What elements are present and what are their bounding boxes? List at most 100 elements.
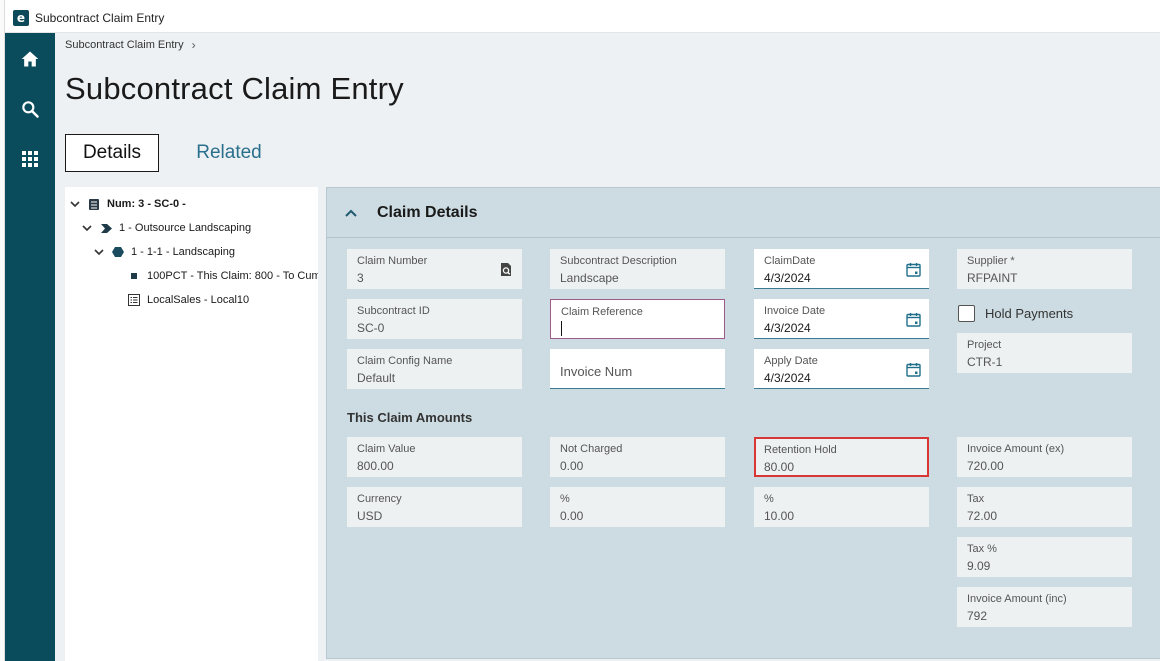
currency-field: Currency USD	[347, 487, 522, 527]
claim-number-field[interactable]: Claim Number 3	[347, 249, 522, 289]
invoice-num-placeholder: Invoice Num	[560, 364, 633, 379]
calendar-icon[interactable]	[905, 361, 921, 377]
invoice-amount-inc-field: Invoice Amount (inc) 792	[957, 587, 1132, 627]
claim-date-field[interactable]: ClaimDate 4/3/2024	[754, 249, 929, 289]
field-label: Apply Date	[764, 355, 818, 367]
invoice-num-input[interactable]: Invoice Num	[550, 349, 725, 389]
subcontract-description-field: Subcontract Description Landscape	[550, 249, 725, 289]
field-value: SC-0	[357, 321, 385, 335]
tree-node-level1[interactable]: 1 - Outsource Landscaping	[81, 219, 251, 237]
chevron-tag-icon	[99, 221, 113, 235]
claim-config-name-field: Claim Config Name Default	[347, 349, 522, 389]
tree-node-label: 100PCT - This Claim: 800 - To Cumu	[147, 270, 318, 282]
invoice-date-field[interactable]: Invoice Date 4/3/2024	[754, 299, 929, 339]
tree-node-level1b[interactable]: LocalSales - Local10	[127, 291, 249, 309]
retention-percent-field: % 10.00	[754, 487, 929, 527]
apply-date-field[interactable]: Apply Date 4/3/2024	[754, 349, 929, 389]
field-value: RFPAINT	[967, 271, 1018, 285]
field-value: CTR-1	[967, 355, 1003, 369]
tree-node-root[interactable]: Num: 3 - SC-0 -	[69, 195, 186, 213]
field-label: Invoice Date	[764, 305, 826, 317]
hexagon-icon	[111, 245, 125, 259]
field-label: Claim Config Name	[357, 355, 453, 367]
chevron-up-icon[interactable]	[345, 206, 359, 220]
field-value: Default	[357, 371, 396, 385]
field-value[interactable]: 4/3/2024	[764, 271, 811, 285]
calendar-icon[interactable]	[905, 261, 921, 277]
field-label: Claim Number	[357, 255, 428, 267]
tree-node-label: LocalSales - Local10	[147, 294, 250, 306]
field-value: 0.00	[560, 509, 584, 523]
tree-node-label: 1 - Outsource Landscaping	[119, 222, 252, 234]
field-value: 80.00	[764, 460, 795, 474]
subcontract-id-field: Subcontract ID SC-0	[347, 299, 522, 339]
window-titlebar: e Subcontract Claim Entry	[5, 4, 1160, 33]
field-value[interactable]: 4/3/2024	[764, 321, 811, 335]
chevron-down-icon[interactable]	[69, 200, 81, 208]
tax-field: Tax 72.00	[957, 487, 1132, 527]
field-value: 10.00	[764, 509, 795, 523]
app-logo-icon: e	[13, 10, 29, 26]
field-label: Claim Value	[357, 443, 416, 455]
section-header[interactable]: Claim Details	[327, 188, 1160, 238]
tree-node-label: Num: 3 - SC-0 -	[107, 198, 186, 210]
breadcrumb-separator: ›	[191, 38, 196, 52]
not-charged-field: Not Charged 0.00	[550, 437, 725, 477]
supplier-field: Supplier * RFPAINT	[957, 249, 1132, 289]
field-label: %	[560, 493, 570, 505]
field-value: 3	[357, 271, 364, 285]
breadcrumb: Subcontract Claim Entry ›	[65, 38, 196, 52]
field-label: Tax	[967, 493, 985, 505]
field-value: 0.00	[560, 459, 584, 473]
tax-percent-field: Tax % 9.09	[957, 537, 1132, 577]
field-value[interactable]: 4/3/2024	[764, 371, 811, 385]
field-label: Invoice Amount (inc)	[967, 593, 1067, 605]
calendar-icon[interactable]	[905, 311, 921, 327]
home-icon[interactable]	[18, 47, 42, 71]
field-label: Subcontract ID	[357, 305, 430, 317]
page-title: Subcontract Claim Entry	[65, 71, 404, 106]
field-label: Claim Reference	[561, 306, 643, 318]
chevron-down-icon[interactable]	[81, 224, 93, 232]
hold-payments-label[interactable]: Hold Payments	[985, 306, 1073, 321]
document-stack-icon	[87, 197, 101, 211]
chevron-down-icon[interactable]	[93, 248, 105, 256]
tree-node-level3[interactable]: 100PCT - This Claim: 800 - To Cumu	[127, 267, 318, 285]
claim-value-field: Claim Value 800.00	[347, 437, 522, 477]
field-label: Tax %	[967, 543, 997, 555]
field-value: 720.00	[967, 459, 1004, 473]
field-value: 800.00	[357, 459, 394, 473]
section-title: Claim Details	[377, 203, 478, 221]
field-value: 72.00	[967, 509, 998, 523]
main-area: Subcontract Claim Entry › Subcontract Cl…	[55, 33, 1160, 661]
search-icon[interactable]	[18, 97, 42, 121]
apps-grid-icon[interactable]	[18, 147, 42, 171]
field-label: Retention Hold	[764, 444, 837, 456]
hold-payments-checkbox[interactable]	[958, 305, 975, 322]
field-value: 9.09	[967, 559, 991, 573]
tree-node-level2[interactable]: 1 - 1-1 - Landscaping	[93, 243, 235, 261]
field-value: 792	[967, 609, 988, 623]
breadcrumb-item[interactable]: Subcontract Claim Entry	[65, 39, 184, 51]
tree-panel: Num: 3 - SC-0 - 1 - Outsource Landscapin…	[65, 187, 318, 661]
field-label: ClaimDate	[764, 255, 816, 267]
document-search-icon[interactable]	[498, 261, 514, 277]
field-value: Landscape	[560, 271, 619, 285]
not-charged-percent-field: % 0.00	[550, 487, 725, 527]
field-label: Subcontract Description	[560, 255, 677, 267]
hold-payments-row[interactable]: Hold Payments	[958, 305, 1073, 322]
claim-details-panel: Claim Details Claim Number 3 Subcontract…	[326, 187, 1160, 659]
field-value: USD	[357, 509, 383, 523]
square-bullet-icon	[127, 269, 141, 283]
tab-related[interactable]: Related	[185, 134, 273, 172]
tree-node-label: 1 - 1-1 - Landscaping	[131, 246, 235, 258]
claim-reference-field[interactable]: Claim Reference	[550, 299, 725, 339]
field-label: %	[764, 493, 774, 505]
field-label: Supplier *	[967, 255, 1015, 267]
text-cursor	[561, 321, 562, 336]
invoice-amount-ex-field: Invoice Amount (ex) 720.00	[957, 437, 1132, 477]
tab-details[interactable]: Details	[65, 134, 159, 172]
sidebar-nav	[5, 33, 55, 661]
retention-hold-field: Retention Hold 80.00	[754, 437, 929, 477]
project-field: Project CTR-1	[957, 333, 1132, 373]
